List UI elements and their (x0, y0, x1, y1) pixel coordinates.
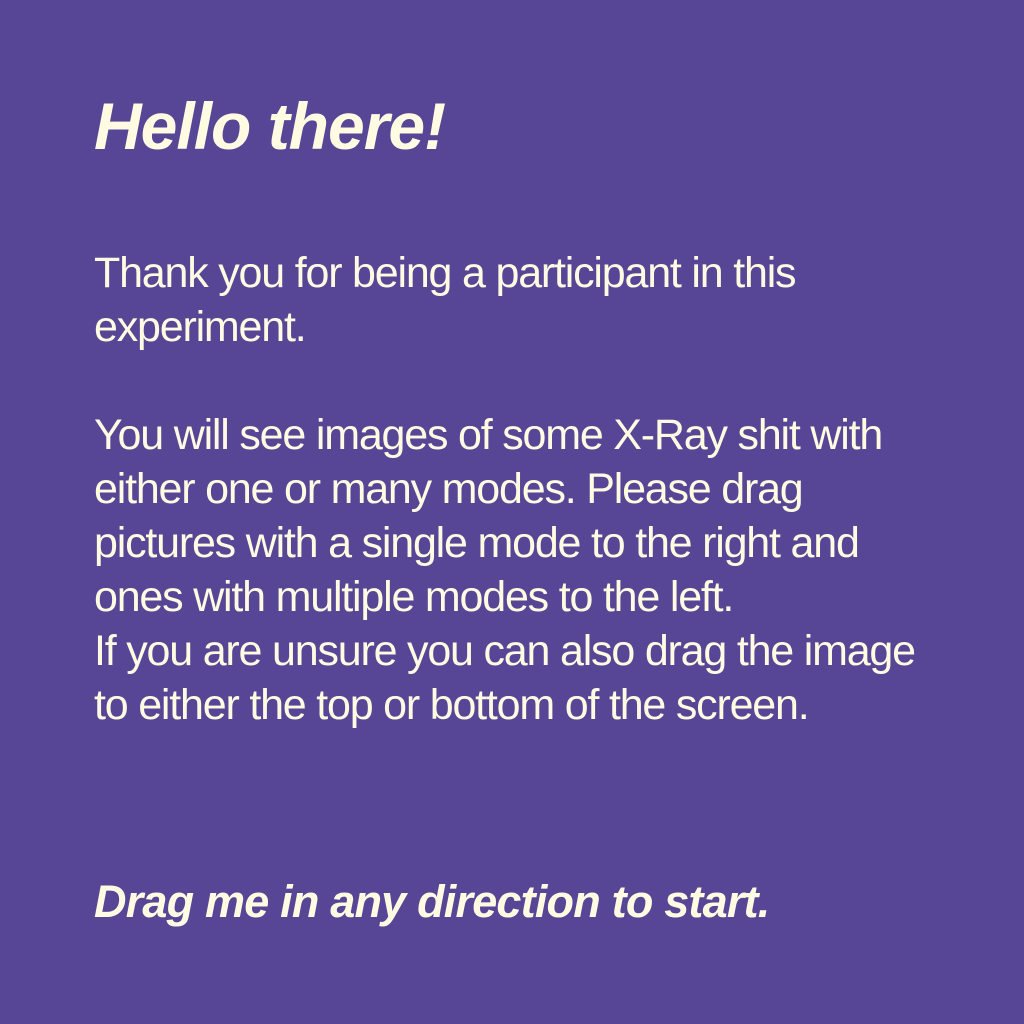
thank-you-paragraph: Thank you for being a participant in thi… (94, 249, 797, 351)
draggable-intro-card[interactable]: Hello there! Thank you for being a parti… (0, 0, 1024, 1024)
instructions-text: Thank you for being a participant in thi… (94, 246, 954, 732)
unsure-instructions-paragraph: If you are unsure you can also drag the … (94, 627, 916, 729)
sorting-instructions-paragraph: You will see images of some X-Ray shit w… (94, 411, 883, 621)
start-prompt: Drag me in any direction to start. (94, 876, 770, 927)
intro-title: Hello there! (94, 89, 446, 163)
